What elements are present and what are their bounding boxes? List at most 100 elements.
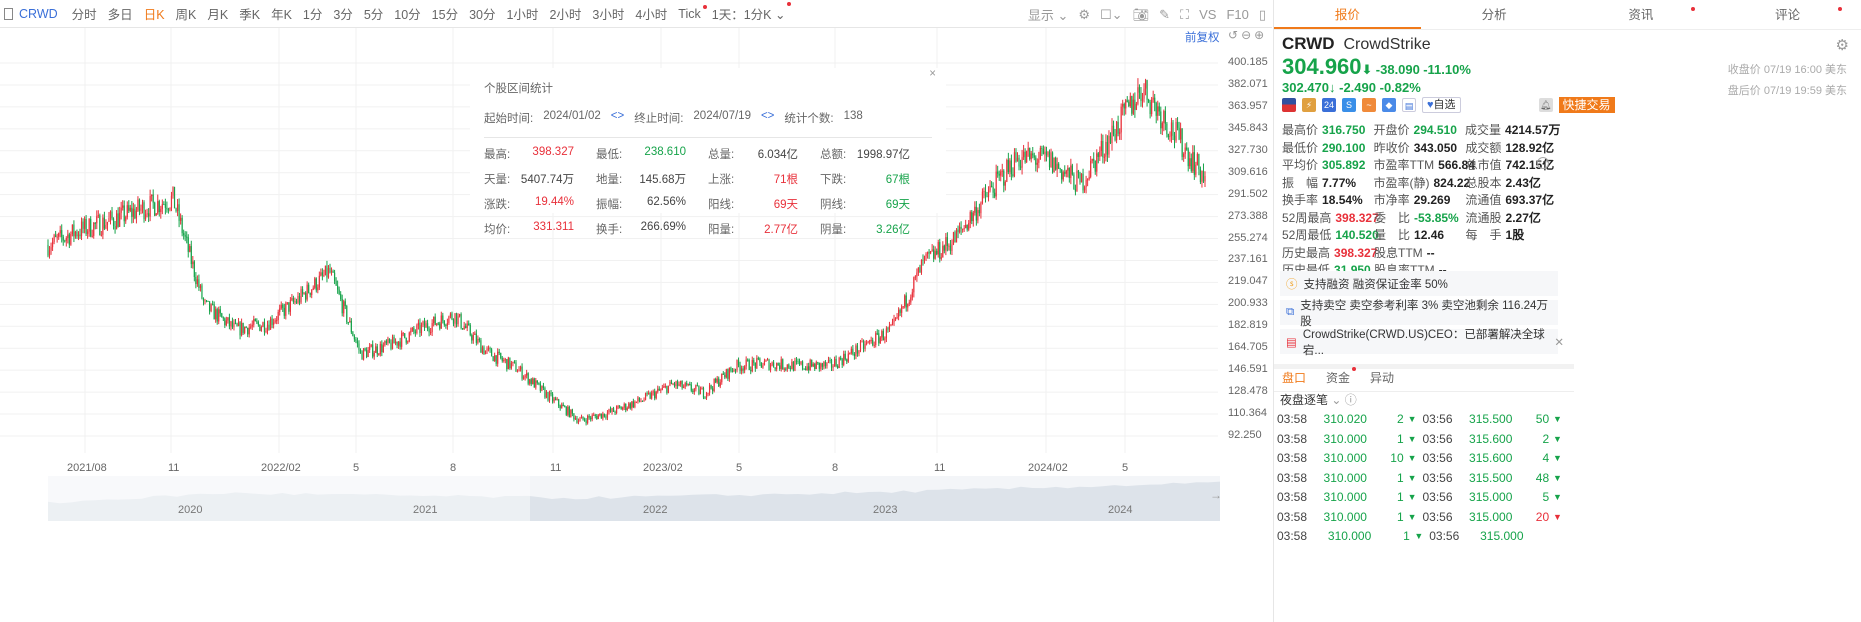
margin-info[interactable]: ⓢ 支持融资 融资保证金率 50%	[1280, 271, 1558, 296]
period-15[interactable]: 3小时	[592, 4, 624, 23]
fullscreen-icon[interactable]: ⛶	[1180, 7, 1189, 23]
panel-tab-1[interactable]: 资金	[1326, 367, 1357, 391]
candle	[146, 208, 148, 218]
reset-icon[interactable]: ↺	[1228, 28, 1241, 42]
period-10[interactable]: 10分	[394, 4, 420, 23]
zoom-out-icon[interactable]: ⊖	[1241, 28, 1254, 42]
candle-body	[1085, 179, 1087, 188]
quote-tab-1[interactable]: 分析	[1421, 0, 1568, 29]
candle	[292, 295, 295, 304]
candle	[393, 334, 395, 344]
candle-body	[1035, 157, 1037, 165]
f10-button[interactable]: F10	[1226, 7, 1248, 22]
adjust-mode-button[interactable]: 前复权	[1185, 29, 1220, 45]
trend-icon[interactable]: ~	[1362, 98, 1376, 112]
nav-handle-icon[interactable]: →	[1210, 488, 1222, 502]
candle	[242, 322, 244, 335]
candle-body	[381, 344, 383, 353]
period-11[interactable]: 15分	[432, 4, 458, 23]
candle	[980, 201, 982, 219]
candle-body	[765, 360, 767, 362]
period-3[interactable]: 周K	[176, 4, 197, 23]
candle-body	[237, 322, 240, 327]
candle	[933, 245, 935, 263]
news-info[interactable]: ▤ CrowdStrike(CRWD.US)CEO：已部署解决全球宕... ✕	[1280, 329, 1564, 357]
period-2[interactable]: 日K	[144, 4, 165, 23]
period-1[interactable]: 多日	[108, 4, 133, 23]
vs-button[interactable]: VS	[1199, 7, 1216, 22]
quote-tab-0[interactable]: 报价	[1274, 0, 1421, 29]
24h-icon[interactable]: 24	[1322, 98, 1336, 112]
candle	[1135, 101, 1138, 111]
candle	[564, 405, 566, 408]
period-8[interactable]: 3分	[333, 4, 352, 23]
start-stepper-icon[interactable]: <>	[611, 110, 624, 126]
candle	[1047, 151, 1049, 158]
candle-body	[167, 209, 170, 211]
count-label: 统计个数:	[784, 113, 834, 125]
candle-body	[1029, 147, 1031, 160]
more-icon[interactable]: ⋯	[1537, 157, 1549, 169]
lightning-icon[interactable]: ⚡	[1302, 98, 1316, 112]
zoom-in-icon[interactable]: ⊕	[1254, 28, 1267, 42]
quick-trade-button[interactable]: 快捷交易	[1558, 97, 1615, 113]
camera-icon[interactable]: 📷︎	[1133, 7, 1150, 23]
tag-icon[interactable]: ◆	[1382, 98, 1396, 112]
period-18[interactable]: 1天：1分K ⌄	[712, 2, 792, 23]
panel-tab-0[interactable]: 盘口	[1282, 369, 1306, 391]
y-tick: 273.388	[1228, 209, 1268, 222]
candle	[805, 366, 807, 371]
period-5[interactable]: 季K	[239, 4, 260, 23]
candle-body	[199, 285, 202, 288]
document-icon[interactable]: ▤	[1402, 98, 1416, 112]
period-12[interactable]: 30分	[469, 4, 495, 23]
pen-icon[interactable]: ✎	[1159, 7, 1170, 23]
watchlist-button[interactable]: ♥自选	[1422, 97, 1461, 113]
short-icon[interactable]: S	[1342, 98, 1356, 112]
period-14[interactable]: 2小时	[549, 4, 581, 23]
stat-label: 平均价	[1282, 158, 1319, 172]
candle	[64, 239, 66, 243]
symbol-label[interactable]: CRWD	[19, 7, 58, 21]
candle	[462, 327, 464, 330]
quote-tab-2[interactable]: 资讯	[1568, 0, 1715, 29]
candle	[684, 381, 686, 390]
candle-body	[1080, 173, 1083, 183]
candle-body	[911, 292, 913, 298]
candle	[1196, 152, 1198, 166]
candle-body	[536, 380, 538, 383]
close-icon[interactable]: ×	[929, 68, 936, 80]
period-9[interactable]: 5分	[364, 4, 383, 23]
candle	[251, 320, 253, 331]
settings-icon[interactable]: ⚙	[1836, 36, 1849, 54]
panel-tab-2[interactable]: 异动	[1370, 369, 1394, 391]
navigator[interactable]: 2020 2021 2022 2023 2024 →	[48, 476, 1222, 521]
kline-chart[interactable]: 前复权 ↺⊖⊕ 400.185 382.071 363.957 345.843 327.…	[0, 28, 1272, 622]
short-info[interactable]: ⧉ 支持卖空 卖空参考利率 3% 卖空池剩余 116.24万股	[1280, 300, 1558, 328]
close-icon[interactable]: ✕	[1554, 335, 1564, 349]
period-0[interactable]: 分时	[72, 4, 97, 23]
period-13[interactable]: 1小时	[506, 4, 538, 23]
panel-toggle-icon[interactable]: ▯	[1259, 7, 1266, 23]
quote-tab-3[interactable]: 评论	[1714, 0, 1861, 29]
candle	[417, 319, 420, 330]
candle-body	[858, 350, 860, 354]
stat-label: 上涨:	[708, 174, 735, 186]
indicator-box-icon[interactable]: ☐⌄	[1100, 7, 1123, 23]
candle-body	[288, 302, 290, 312]
candle-body	[70, 234, 72, 245]
settings-icon[interactable]: ⚙	[1078, 7, 1090, 23]
display-dropdown[interactable]: 显示 ⌄	[1028, 5, 1069, 24]
ticks-title[interactable]: 夜盘逐笔 ⌄ ⓘ	[1280, 391, 1357, 408]
sidebar-toggle-icon[interactable]	[4, 7, 13, 20]
period-7[interactable]: 1分	[303, 4, 322, 23]
candle-body	[533, 378, 535, 388]
bell-icon[interactable]: 🔔︎	[1538, 98, 1553, 112]
tick-cell: 1	[1403, 529, 1410, 543]
period-16[interactable]: 4小时	[635, 4, 667, 23]
end-stepper-icon[interactable]: <>	[761, 110, 774, 126]
period-17[interactable]: Tick	[678, 4, 707, 21]
period-6[interactable]: 年K	[271, 4, 292, 23]
candle	[940, 253, 942, 261]
period-4[interactable]: 月K	[207, 4, 228, 23]
